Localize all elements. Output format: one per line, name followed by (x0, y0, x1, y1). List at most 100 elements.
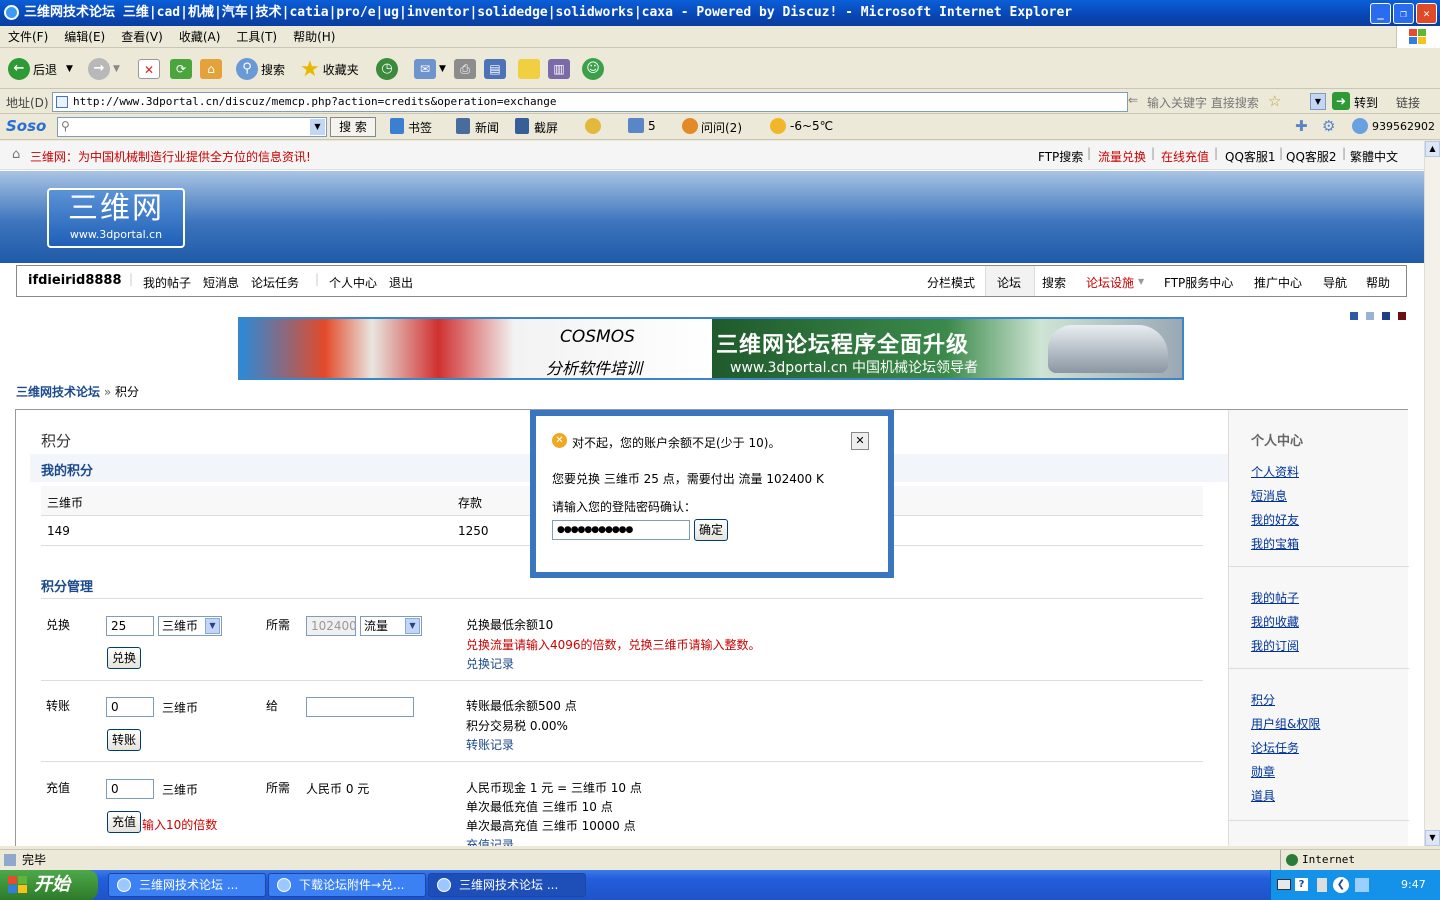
ask-button[interactable]: 问问(2) (701, 119, 742, 136)
toplink-traffic-exchange[interactable]: 流量兑换 (1098, 148, 1146, 165)
recharge-button[interactable]: 充值 (107, 811, 141, 833)
back-button[interactable]: ← 后退 ▼ (8, 57, 73, 81)
minimize-button[interactable]: _ (1370, 3, 1391, 24)
soso-dropdown-icon[interactable]: ▼ (310, 119, 325, 135)
exchange-need-unit-select[interactable]: 流量 ▼ (360, 616, 422, 636)
menu-edit[interactable]: 编辑(E) (56, 26, 113, 48)
taskbar-item-3[interactable]: 三维网技术论坛 ... (428, 873, 586, 897)
transfer-record-link[interactable]: 转账记录 (466, 736, 514, 753)
sidebar-item-subscriptions[interactable]: 我的订阅 (1251, 637, 1299, 654)
mail-count[interactable]: 5 (648, 119, 656, 133)
nav-forum[interactable]: 论坛 (997, 274, 1021, 291)
sidebar-item-profile[interactable]: 个人资料 (1251, 463, 1299, 480)
dialog-password-input[interactable]: ●●●●●●●●●●● (552, 520, 690, 540)
history-button[interactable]: ◷ (376, 57, 398, 81)
theme-blue[interactable] (1350, 312, 1358, 320)
site-logo[interactable]: 三维网 www.3dportal.cn (47, 188, 185, 248)
sidebar-item-my-posts[interactable]: 我的帖子 (1251, 589, 1299, 606)
scroll-down-icon[interactable]: ▼ (1425, 830, 1440, 846)
exchange-amount-input[interactable]: 25 (106, 616, 154, 636)
nav-logout[interactable]: 退出 (389, 274, 413, 291)
transfer-recipient-input[interactable] (306, 697, 414, 717)
nav-my-posts[interactable]: 我的帖子 (143, 274, 191, 291)
sidebar-item-friends[interactable]: 我的好友 (1251, 511, 1299, 528)
transfer-amount-input[interactable]: 0 (106, 697, 154, 717)
nav-navigation[interactable]: 导航 (1323, 274, 1347, 291)
recharge-record-link[interactable]: 充值记录 (466, 836, 514, 846)
ad-banner[interactable]: COSMOS 分析软件培训 三维网论坛程序全面升级 www.3dportal.c… (238, 317, 1184, 380)
scroll-up-icon[interactable]: ▲ (1425, 141, 1440, 157)
nav-personal-center[interactable]: 个人中心 (329, 274, 377, 291)
go-arrow-icon[interactable]: ➜ (1332, 92, 1350, 110)
links-label[interactable]: 链接 (1396, 94, 1420, 111)
nav-forum-facilities[interactable]: 论坛设施 (1086, 274, 1134, 291)
menu-tools[interactable]: 工具(T) (228, 26, 285, 48)
sidebar-item-favorites[interactable]: 我的收藏 (1251, 613, 1299, 630)
sidebar-item-medals[interactable]: 勋章 (1251, 763, 1275, 780)
refresh-button[interactable]: ⟳ (170, 57, 192, 81)
exchange-record-link[interactable]: 兑换记录 (466, 655, 514, 672)
url-field[interactable]: http://www.3dportal.cn/discuz/memcp.php?… (52, 92, 1128, 112)
dialog-ok-button[interactable]: 确定 (694, 519, 728, 541)
print-button[interactable]: ⎙ (454, 57, 476, 81)
home-button[interactable]: ⌂ (200, 57, 222, 81)
toplink-online-recharge[interactable]: 在线充值 (1161, 148, 1209, 165)
transfer-button[interactable]: 转账 (107, 729, 141, 751)
clock[interactable]: 9:47 (1401, 870, 1426, 900)
collapse-tray-icon[interactable]: ❮ (1333, 877, 1349, 893)
page-scrollbar[interactable]: ▲ ▼ (1424, 141, 1440, 846)
sidebar-item-props[interactable]: 道具 (1251, 787, 1275, 804)
toplink-qq-service-1[interactable]: QQ客服1 (1225, 148, 1276, 165)
help-icon[interactable]: ? (1295, 878, 1308, 891)
forward-button[interactable]: → ▼ (88, 57, 120, 81)
close-window-button[interactable]: ✕ (1416, 3, 1437, 24)
smile-icon[interactable] (585, 118, 601, 134)
nav-messages[interactable]: 短消息 (203, 274, 239, 291)
bookmarks-button[interactable]: 书签 (408, 119, 432, 136)
menu-view[interactable]: 查看(V) (113, 26, 171, 48)
dialog-close-button[interactable]: ✕ (851, 432, 869, 450)
breadcrumb-home[interactable]: 三维网技术论坛 (16, 385, 100, 399)
soso-search-button[interactable]: 搜 索 (330, 117, 376, 137)
address-dropdown-icon[interactable]: ▼ (1310, 93, 1326, 110)
usb-icon[interactable] (1317, 878, 1327, 892)
nav-forum-tasks[interactable]: 论坛任务 (251, 274, 299, 291)
taskbar-item-1[interactable]: 三维网技术论坛 ... (108, 873, 266, 897)
screenshot-button[interactable]: 截屏 (534, 119, 558, 136)
menu-favorites[interactable]: 收藏(A) (171, 26, 229, 48)
toplink-traditional-chinese[interactable]: 繁體中文 (1350, 148, 1398, 165)
nav-ftp-center[interactable]: FTP服务中心 (1164, 274, 1233, 291)
theme-red[interactable] (1398, 312, 1406, 320)
stop-button[interactable]: ✕ (138, 57, 160, 81)
start-button[interactable]: 开始 (0, 870, 98, 900)
go-button[interactable]: 转到 (1354, 94, 1378, 111)
recharge-amount-input[interactable]: 0 (106, 779, 154, 799)
exchange-currency-select[interactable]: 三维币 ▼ (158, 616, 222, 636)
nav-help[interactable]: 帮助 (1366, 274, 1390, 291)
username[interactable]: ifdieirid8888 (28, 273, 122, 288)
toplink-ftp-search[interactable]: FTP搜索 (1038, 148, 1083, 165)
add-icon[interactable]: ✚ (1295, 117, 1308, 135)
messenger-button[interactable]: ☺ (582, 57, 604, 81)
weather-text[interactable]: -6~5℃ (790, 119, 833, 133)
news-button[interactable]: 新闻 (475, 119, 499, 136)
menu-help[interactable]: 帮助(H) (285, 26, 343, 48)
research-button[interactable]: ▥ (548, 57, 570, 81)
theme-light[interactable] (1366, 312, 1374, 320)
qq-number[interactable]: 939562902 (1372, 120, 1435, 133)
sidebar-item-messages[interactable]: 短消息 (1251, 487, 1287, 504)
nav-promotion-center[interactable]: 推广中心 (1254, 274, 1302, 291)
keyboard-icon[interactable] (1277, 879, 1291, 890)
nav-search[interactable]: 搜索 (1042, 274, 1066, 291)
taskbar-item-2[interactable]: 下载论坛附件→兑... (268, 873, 426, 897)
sidebar-item-credits[interactable]: 积分 (1251, 691, 1275, 708)
maximize-button[interactable]: ❐ (1393, 3, 1414, 24)
nav-column-mode[interactable]: 分栏模式 (927, 274, 975, 291)
discuss-button[interactable] (518, 57, 540, 81)
gear-icon[interactable]: ⚙ (1322, 117, 1335, 135)
mail-button[interactable]: ✉ ▼ (414, 57, 446, 81)
address-search-hint[interactable]: 输入关键字 直接搜索 (1147, 94, 1259, 111)
favorite-star-icon[interactable]: ☆ (1268, 92, 1281, 110)
sidebar-item-usergroup[interactable]: 用户组&权限 (1251, 715, 1320, 732)
exchange-button[interactable]: 兑换 (107, 647, 141, 669)
